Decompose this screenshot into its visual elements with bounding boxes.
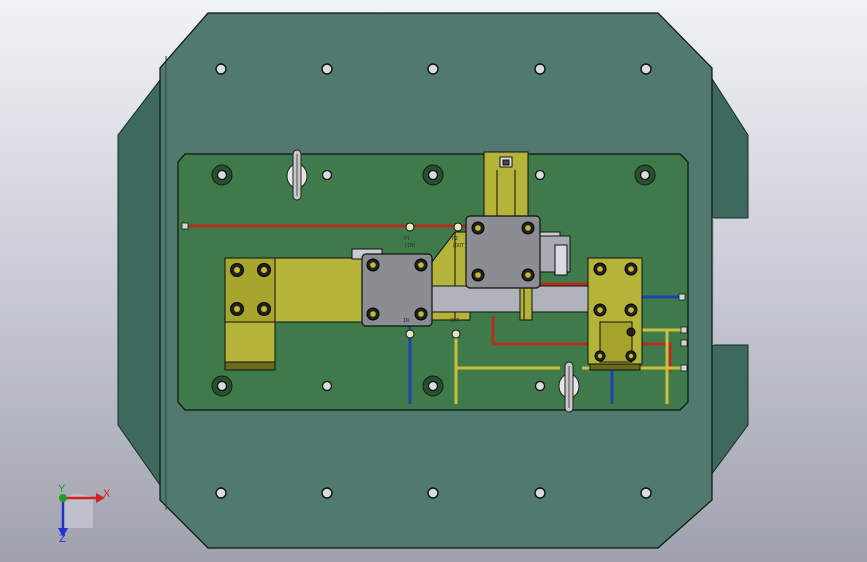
cad-viewport[interactable]: P1 (IN) P2 (OUT) IN OUT X Y Z — [0, 0, 867, 562]
port-d-label: OUT — [450, 318, 459, 324]
port-b-label: P2 — [452, 236, 458, 242]
port-a-label: P1 — [404, 236, 410, 242]
port-a-sublabel: (IN) — [404, 243, 416, 249]
x-axis-label: X — [103, 488, 111, 500]
coordinate-triad: X Y Z — [58, 483, 111, 545]
port-b-sublabel: (OUT) — [452, 243, 467, 249]
right-support-block — [587, 257, 643, 371]
y-axis-label: Y — [58, 483, 66, 495]
z-axis-label: Z — [59, 533, 66, 545]
clamp-block-center — [465, 215, 541, 289]
port-c-label: IN — [403, 318, 409, 324]
y-axis-dot — [59, 494, 67, 502]
clamp-block-left — [361, 253, 433, 327]
